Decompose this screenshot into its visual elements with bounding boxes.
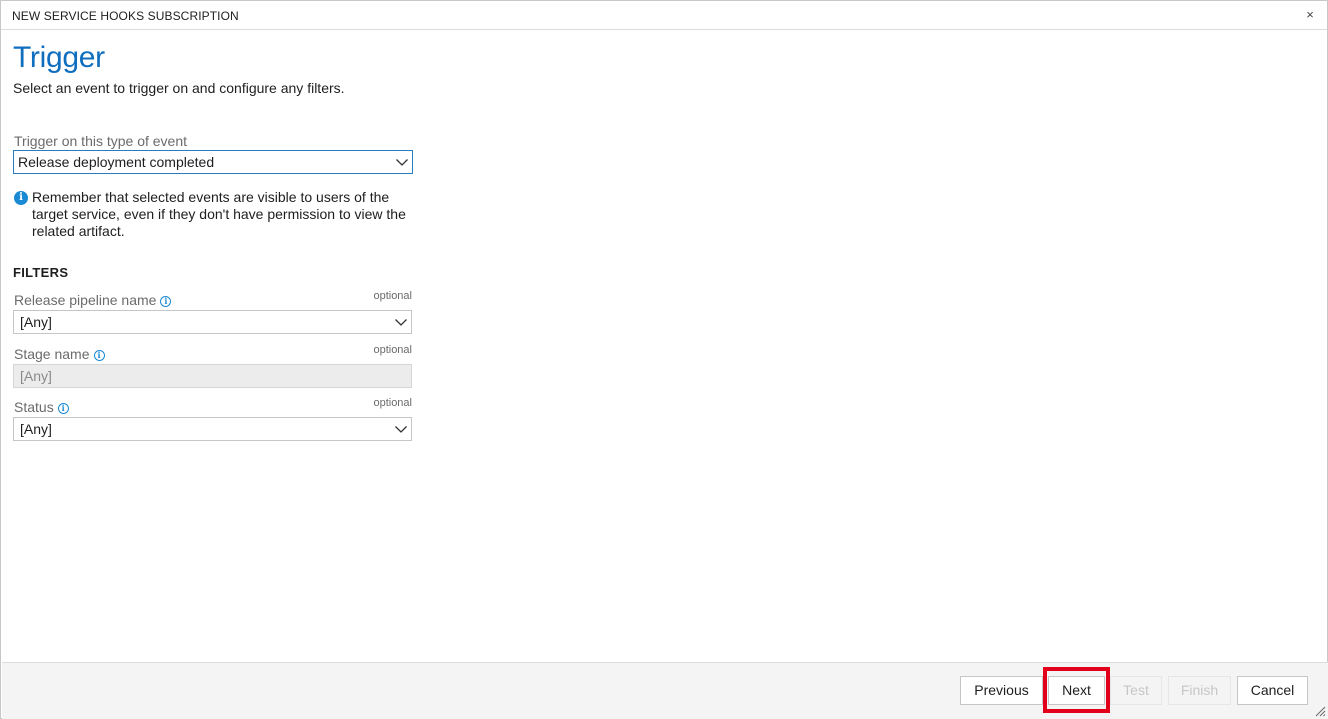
test-button: Test xyxy=(1110,676,1162,705)
status-label: Status xyxy=(14,399,54,415)
cancel-button[interactable]: Cancel xyxy=(1237,676,1308,705)
stage-label: Stage name xyxy=(14,346,90,362)
dialog-footer: Previous Next Test Finish Cancel xyxy=(2,662,1328,719)
info-icon[interactable]: i xyxy=(57,403,69,414)
next-button[interactable]: Next xyxy=(1048,676,1105,705)
stage-value: [Any] xyxy=(20,368,52,384)
event-type-value: Release deployment completed xyxy=(18,154,215,170)
info-icon[interactable]: i xyxy=(93,350,105,361)
previous-button[interactable]: Previous xyxy=(960,676,1043,705)
optional-label: optional xyxy=(373,397,412,409)
optional-label: optional xyxy=(373,290,412,302)
dialog-titlebar: NEW SERVICE HOOKS SUBSCRIPTION × xyxy=(1,1,1327,30)
stage-input: [Any] xyxy=(13,364,412,388)
event-type-select[interactable]: Release deployment completed xyxy=(13,150,413,174)
info-icon: i xyxy=(14,191,28,205)
page-subtitle: Select an event to trigger on and config… xyxy=(13,80,345,96)
release-pipeline-label-row: Release pipeline name i optional xyxy=(13,290,412,308)
optional-label: optional xyxy=(373,344,412,356)
info-icon[interactable]: i xyxy=(160,296,172,307)
event-type-label-row: Trigger on this type of event xyxy=(13,133,412,149)
page-title: Trigger xyxy=(13,41,105,74)
resize-grip-icon[interactable] xyxy=(1314,705,1326,717)
status-value: [Any] xyxy=(20,421,52,437)
release-pipeline-select[interactable]: [Any] xyxy=(13,310,412,334)
filters-heading: FILTERS xyxy=(13,265,69,280)
visibility-note: i Remember that selected events are visi… xyxy=(13,189,412,240)
chevron-down-icon xyxy=(395,319,407,326)
close-icon[interactable]: × xyxy=(1303,7,1317,23)
chevron-down-icon xyxy=(396,159,408,166)
service-hooks-dialog: NEW SERVICE HOOKS SUBSCRIPTION × Trigger… xyxy=(0,0,1328,719)
release-pipeline-label: Release pipeline name xyxy=(14,292,157,308)
visibility-note-text: Remember that selected events are visibl… xyxy=(32,189,406,239)
stage-label-row: Stage name i optional xyxy=(13,344,412,362)
release-pipeline-value: [Any] xyxy=(20,314,52,330)
finish-button: Finish xyxy=(1168,676,1231,705)
chevron-down-icon xyxy=(395,426,407,433)
event-type-label: Trigger on this type of event xyxy=(14,133,188,149)
status-label-row: Status i optional xyxy=(13,397,412,415)
trigger-form: Trigger Select an event to trigger on an… xyxy=(13,41,413,441)
dialog-title: NEW SERVICE HOOKS SUBSCRIPTION xyxy=(12,9,239,23)
status-select[interactable]: [Any] xyxy=(13,417,412,441)
